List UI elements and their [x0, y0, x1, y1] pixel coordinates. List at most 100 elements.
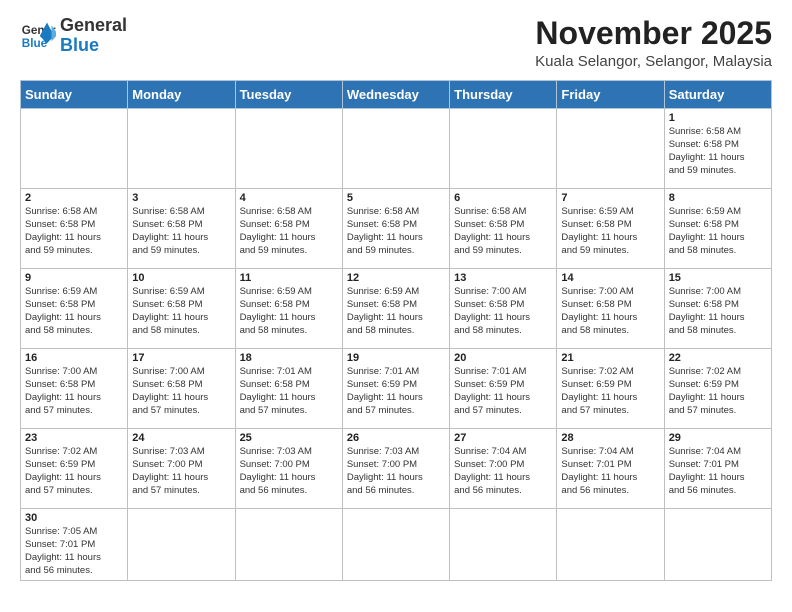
- logo-text: General Blue: [60, 16, 127, 56]
- calendar-cell: [557, 109, 664, 189]
- weekday-header-wednesday: Wednesday: [342, 81, 449, 109]
- day-number: 16: [25, 352, 123, 364]
- calendar-cell: 1Sunrise: 6:58 AM Sunset: 6:58 PM Daylig…: [664, 109, 771, 189]
- day-number: 1: [669, 112, 767, 124]
- calendar-cell: 7 Sunrise: 6:59 AM Sunset: 6:58 PM Daylig…: [557, 189, 664, 269]
- day-number: 13: [454, 272, 552, 284]
- day-info: Sunrise: 6:59 AM Sunset: 6:58 PM Dayligh…: [25, 286, 123, 337]
- day-number: 18: [240, 352, 338, 364]
- day-info: Sunrise: 7:00 AM Sunset: 6:58 PM Dayligh…: [669, 286, 767, 337]
- calendar-cell: 24Sunrise: 7:03 AM Sunset: 7:00 PM Dayli…: [128, 429, 235, 509]
- calendar-cell: 23 Sunrise: 7:02 AM Sunset: 6:59 PM Dayli…: [21, 429, 128, 509]
- day-number: 14: [561, 272, 659, 284]
- day-info: Sunrise: 7:03 AM Sunset: 7:00 PM Dayligh…: [240, 446, 338, 497]
- weekday-header-monday: Monday: [128, 81, 235, 109]
- day-number: 3: [132, 192, 230, 204]
- day-info: Sunrise: 7:01 AM Sunset: 6:59 PM Dayligh…: [454, 366, 552, 417]
- logo: General Blue General Blue: [20, 16, 127, 56]
- calendar-week-4: 23 Sunrise: 7:02 AM Sunset: 6:59 PM Dayli…: [21, 429, 772, 509]
- calendar-table: SundayMondayTuesdayWednesdayThursdayFrid…: [20, 80, 772, 581]
- calendar-cell: [235, 109, 342, 189]
- day-number: 2: [25, 192, 123, 204]
- day-number: 11: [240, 272, 338, 284]
- calendar-cell: 5 Sunrise: 6:58 AM Sunset: 6:58 PM Daylig…: [342, 189, 449, 269]
- calendar-cell: 14 Sunrise: 7:00 AM Sunset: 6:58 PM Dayli…: [557, 269, 664, 349]
- calendar-cell: 21 Sunrise: 7:02 AM Sunset: 6:59 PM Dayli…: [557, 349, 664, 429]
- calendar-cell: 12 Sunrise: 6:59 AM Sunset: 6:58 PM Dayli…: [342, 269, 449, 349]
- day-number: 15: [669, 272, 767, 284]
- day-number: 28: [561, 432, 659, 444]
- calendar-cell: 20 Sunrise: 7:01 AM Sunset: 6:59 PM Dayli…: [450, 349, 557, 429]
- calendar-cell: 2 Sunrise: 6:58 AM Sunset: 6:58 PM Daylig…: [21, 189, 128, 269]
- day-number: 29: [669, 432, 767, 444]
- day-info: Sunrise: 6:58 AM Sunset: 6:58 PM Dayligh…: [132, 206, 230, 257]
- day-number: 5: [347, 192, 445, 204]
- day-number: 23: [25, 432, 123, 444]
- day-number: 30: [25, 512, 123, 524]
- calendar-cell: [128, 509, 235, 581]
- calendar-cell: [450, 109, 557, 189]
- calendar-week-2: 9 Sunrise: 6:59 AM Sunset: 6:58 PM Daylig…: [21, 269, 772, 349]
- day-number: 8: [669, 192, 767, 204]
- calendar-cell: 15 Sunrise: 7:00 AM Sunset: 6:58 PM Dayli…: [664, 269, 771, 349]
- day-info: Sunrise: 7:02 AM Sunset: 6:59 PM Dayligh…: [25, 446, 123, 497]
- day-info: Sunrise: 7:00 AM Sunset: 6:58 PM Dayligh…: [454, 286, 552, 337]
- day-number: 10: [132, 272, 230, 284]
- day-info: Sunrise: 7:05 AM Sunset: 7:01 PM Dayligh…: [25, 526, 123, 577]
- day-number: 12: [347, 272, 445, 284]
- calendar-week-5: 30 Sunrise: 7:05 AM Sunset: 7:01 PM Dayli…: [21, 509, 772, 581]
- calendar-cell: [342, 509, 449, 581]
- day-number: 21: [561, 352, 659, 364]
- day-info: Sunrise: 7:04 AM Sunset: 7:01 PM Dayligh…: [561, 446, 659, 497]
- day-info: Sunrise: 6:58 AM Sunset: 6:58 PM Dayligh…: [347, 206, 445, 257]
- day-number: 7: [561, 192, 659, 204]
- day-info: Sunrise: 7:00 AM Sunset: 6:58 PM Dayligh…: [561, 286, 659, 337]
- weekday-header-tuesday: Tuesday: [235, 81, 342, 109]
- calendar-week-0: 1Sunrise: 6:58 AM Sunset: 6:58 PM Daylig…: [21, 109, 772, 189]
- day-info: Sunrise: 7:02 AM Sunset: 6:59 PM Dayligh…: [561, 366, 659, 417]
- calendar-cell: 3 Sunrise: 6:58 AM Sunset: 6:58 PM Daylig…: [128, 189, 235, 269]
- calendar-cell: 27 Sunrise: 7:04 AM Sunset: 7:00 PM Dayli…: [450, 429, 557, 509]
- calendar-cell: [21, 109, 128, 189]
- calendar-cell: 10 Sunrise: 6:59 AM Sunset: 6:58 PM Dayli…: [128, 269, 235, 349]
- day-number: 19: [347, 352, 445, 364]
- day-number: 27: [454, 432, 552, 444]
- header: General Blue General Blue November 2025 …: [20, 16, 772, 70]
- day-number: 26: [347, 432, 445, 444]
- day-number: 25: [240, 432, 338, 444]
- calendar-week-1: 2 Sunrise: 6:58 AM Sunset: 6:58 PM Daylig…: [21, 189, 772, 269]
- calendar-cell: [128, 109, 235, 189]
- calendar-cell: [235, 509, 342, 581]
- day-number: 17: [132, 352, 230, 364]
- day-info: Sunrise: 7:01 AM Sunset: 6:58 PM Dayligh…: [240, 366, 338, 417]
- day-info: Sunrise: 6:59 AM Sunset: 6:58 PM Dayligh…: [347, 286, 445, 337]
- day-info: Sunrise: 6:59 AM Sunset: 6:58 PM Dayligh…: [240, 286, 338, 337]
- title-block: November 2025 Kuala Selangor, Selangor, …: [535, 16, 772, 70]
- calendar-cell: 16 Sunrise: 7:00 AM Sunset: 6:58 PM Dayli…: [21, 349, 128, 429]
- day-info: Sunrise: 7:00 AM Sunset: 6:58 PM Dayligh…: [25, 366, 123, 417]
- calendar-cell: [664, 509, 771, 581]
- calendar-cell: [557, 509, 664, 581]
- day-number: 20: [454, 352, 552, 364]
- day-info: Sunrise: 6:58 AM Sunset: 6:58 PM Dayligh…: [25, 206, 123, 257]
- calendar-cell: 30 Sunrise: 7:05 AM Sunset: 7:01 PM Dayli…: [21, 509, 128, 581]
- day-info: Sunrise: 7:04 AM Sunset: 7:00 PM Dayligh…: [454, 446, 552, 497]
- day-info: Sunrise: 7:04 AM Sunset: 7:01 PM Dayligh…: [669, 446, 767, 497]
- calendar-cell: 4Sunrise: 6:58 AM Sunset: 6:58 PM Daylig…: [235, 189, 342, 269]
- calendar-cell: 19 Sunrise: 7:01 AM Sunset: 6:59 PM Dayli…: [342, 349, 449, 429]
- calendar-cell: [450, 509, 557, 581]
- day-number: 9: [25, 272, 123, 284]
- calendar-cell: 26Sunrise: 7:03 AM Sunset: 7:00 PM Dayli…: [342, 429, 449, 509]
- weekday-header-saturday: Saturday: [664, 81, 771, 109]
- calendar-cell: 25 Sunrise: 7:03 AM Sunset: 7:00 PM Dayli…: [235, 429, 342, 509]
- day-info: Sunrise: 7:01 AM Sunset: 6:59 PM Dayligh…: [347, 366, 445, 417]
- day-info: Sunrise: 6:59 AM Sunset: 6:58 PM Dayligh…: [132, 286, 230, 337]
- day-info: Sunrise: 6:59 AM Sunset: 6:58 PM Dayligh…: [561, 206, 659, 257]
- day-info: Sunrise: 6:58 AM Sunset: 6:58 PM Dayligh…: [240, 206, 338, 257]
- calendar-week-3: 16 Sunrise: 7:00 AM Sunset: 6:58 PM Dayli…: [21, 349, 772, 429]
- weekday-header-friday: Friday: [557, 81, 664, 109]
- logo-icon: General Blue: [20, 18, 56, 54]
- day-info: Sunrise: 7:02 AM Sunset: 6:59 PM Dayligh…: [669, 366, 767, 417]
- day-info: Sunrise: 7:00 AM Sunset: 6:58 PM Dayligh…: [132, 366, 230, 417]
- calendar-cell: [342, 109, 449, 189]
